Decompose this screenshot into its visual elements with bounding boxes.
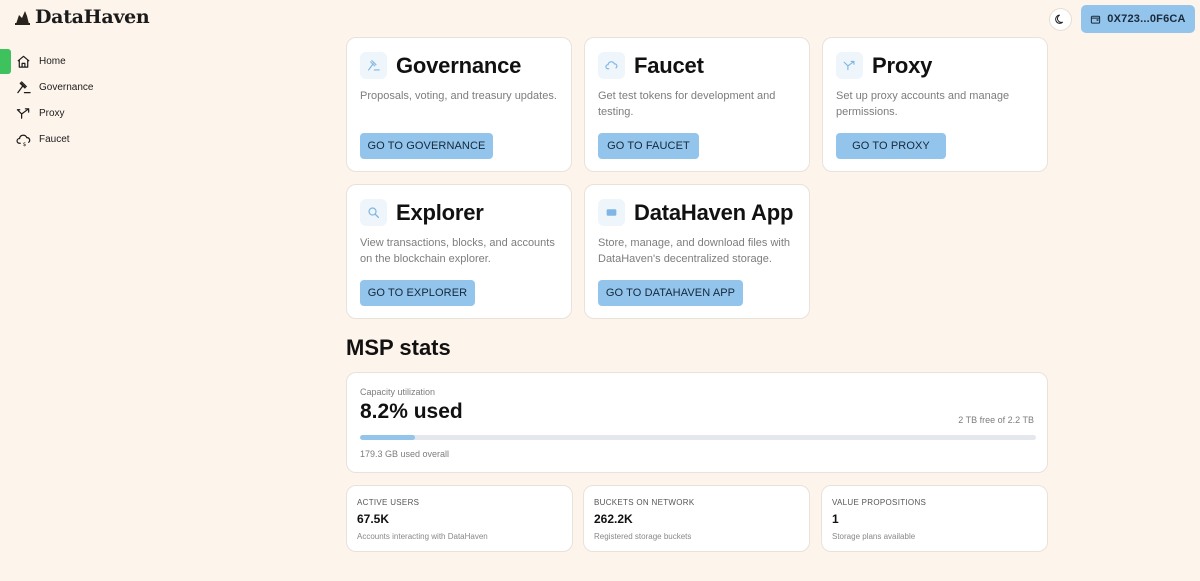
stat-label: ACTIVE USERS	[357, 498, 420, 507]
app-card-datahaven-app: DataHaven App Store, manage, and downloa…	[584, 184, 810, 319]
sidebar-item-governance[interactable]: Governance	[16, 80, 93, 95]
go-to-governance-button[interactable]: GO TO GOVERNANCE	[360, 133, 493, 159]
capacity-overall-text: 179.3 GB used overall	[360, 449, 450, 459]
sidebar-item-home[interactable]: Home	[16, 54, 66, 69]
card-icon-box	[360, 199, 387, 226]
storage-icon	[606, 209, 617, 216]
card-title: Proxy	[872, 53, 933, 78]
card-icon-box	[360, 52, 387, 79]
stat-subtext: Accounts interacting with DataHaven	[357, 532, 488, 541]
capacity-free-text: 2 TB free of 2.2 TB	[958, 415, 1034, 425]
card-description: Set up proxy accounts and manage permiss…	[836, 90, 1010, 118]
app-card-faucet: Faucet Get test tokens for development a…	[584, 37, 810, 172]
app-card-proxy: Proxy Set up proxy accounts and manage p…	[822, 37, 1048, 172]
datahaven-logo-icon	[15, 10, 30, 25]
home-icon	[17, 55, 30, 68]
wallet-address: 0X723...0F6CA	[1107, 13, 1186, 25]
capacity-used-value: 8.2% used	[360, 400, 463, 423]
brand-logo[interactable]: DataHaven	[14, 6, 150, 28]
capacity-label: Capacity utilization	[360, 387, 436, 397]
stat-card-buckets: BUCKETS ON NETWORK 262.2K Registered sto…	[583, 485, 810, 552]
gavel-icon	[17, 81, 31, 94]
sidebar-item-faucet[interactable]: $ Faucet	[16, 132, 70, 147]
stat-card-value-propositions: VALUE PROPOSITIONS 1 Storage plans avail…	[821, 485, 1048, 552]
split-arrow-icon	[843, 60, 855, 71]
card-title: DataHaven App	[634, 200, 794, 225]
svg-text:$: $	[23, 142, 27, 147]
app-card-governance: Governance Proposals, voting, and treasu…	[346, 37, 572, 172]
sidebar-item-label: Faucet	[39, 134, 70, 145]
wallet-icon	[1091, 15, 1101, 24]
stat-label: VALUE PROPOSITIONS	[832, 498, 927, 507]
card-description: Store, manage, and download files with D…	[598, 237, 791, 265]
stat-value: 262.2K	[594, 512, 633, 526]
go-to-explorer-button[interactable]: GO TO EXPLORER	[360, 280, 475, 306]
stat-subtext: Registered storage buckets	[594, 532, 692, 541]
theme-toggle-button[interactable]	[1049, 8, 1072, 31]
capacity-progress-fill	[360, 435, 416, 440]
sidebar-item-label: Proxy	[39, 108, 65, 119]
gavel-icon	[368, 60, 380, 71]
card-icon-box	[836, 52, 863, 79]
moon-icon	[1055, 14, 1064, 24]
card-description: View transactions, blocks, and accounts …	[360, 237, 555, 265]
card-icon-box	[598, 199, 625, 226]
wallet-button[interactable]: 0X723...0F6CA	[1081, 5, 1195, 33]
card-title: Faucet	[634, 53, 704, 78]
active-nav-indicator	[0, 49, 11, 74]
sidebar-item-label: Home	[39, 56, 66, 67]
card-title: Explorer	[396, 200, 484, 225]
sidebar-item-label: Governance	[39, 82, 94, 93]
app-card-explorer: Explorer View transactions, blocks, and …	[346, 184, 572, 319]
brand-name: DataHaven	[35, 6, 150, 28]
stat-label: BUCKETS ON NETWORK	[594, 498, 695, 507]
go-to-datahaven-app-button[interactable]: GO TO DATAHAVEN APP	[598, 280, 743, 306]
search-icon	[368, 207, 380, 219]
stat-card-active-users: ACTIVE USERS 67.5K Accounts interacting …	[346, 485, 573, 552]
card-title: Governance	[396, 53, 522, 78]
capacity-card: Capacity utilization 8.2% used 2 TB free…	[346, 372, 1048, 473]
cloud-coin-icon	[605, 61, 618, 70]
go-to-faucet-button[interactable]: GO TO FAUCET	[598, 133, 699, 159]
cloud-coin-icon: $	[16, 134, 31, 147]
capacity-progress-bar	[360, 435, 1036, 440]
stat-subtext: Storage plans available	[832, 532, 916, 541]
card-description: Get test tokens for development and test…	[598, 90, 776, 118]
sidebar-item-proxy[interactable]: Proxy	[16, 106, 65, 121]
go-to-proxy-button[interactable]: GO TO PROXY	[836, 133, 946, 159]
split-arrow-icon	[16, 108, 30, 119]
card-icon-box	[598, 52, 625, 79]
card-description: Proposals, voting, and treasury updates.	[360, 90, 557, 102]
stat-value: 67.5K	[357, 512, 390, 526]
msp-stats-title: MSP stats	[346, 335, 451, 360]
stat-value: 1	[832, 512, 839, 526]
